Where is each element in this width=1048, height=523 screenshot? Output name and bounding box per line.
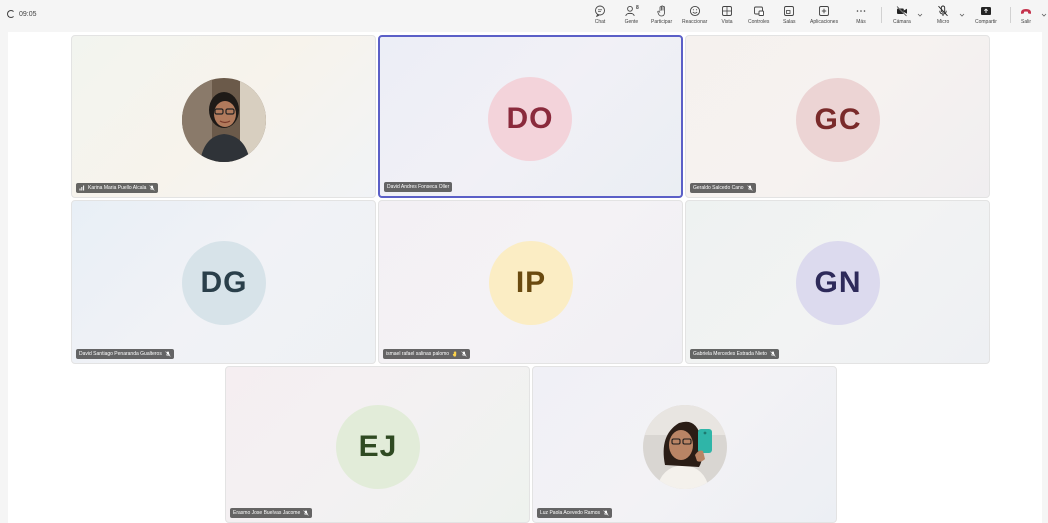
avatar-initials: DO: [506, 102, 554, 135]
apps-button[interactable]: Aplicaciones: [810, 5, 838, 29]
meeting-timer: 09:05: [7, 10, 37, 18]
avatar-initials: EJ: [358, 430, 398, 463]
toolbar-divider: [1010, 7, 1011, 23]
camera-label: Cámara: [893, 19, 911, 25]
participant-tile[interactable]: Karina Maria Puello Alcala: [71, 35, 376, 198]
leave-button[interactable]: Salir: [1020, 5, 1032, 29]
mic-off-icon: [461, 351, 467, 357]
emoji-icon: [689, 5, 700, 17]
mic-off-icon: [603, 510, 609, 516]
participant-name: Gabriela Mercedes Estrada Nieto: [693, 351, 767, 357]
chat-label: Chat: [594, 19, 606, 25]
participant-tile[interactable]: DO David Andres Fonseca Oller: [378, 35, 683, 198]
share-button[interactable]: Compartir: [975, 5, 997, 29]
more-label: Más: [856, 19, 866, 25]
share-label: Compartir: [975, 19, 997, 25]
chat-button[interactable]: Chat: [594, 5, 606, 29]
more-button[interactable]: Más: [855, 5, 867, 29]
participant-name: ismael rafael salinas palomo: [386, 351, 450, 357]
participant-avatar: IP: [489, 241, 573, 325]
share-screen-icon: [980, 7, 991, 15]
raise-hand-button[interactable]: Participar: [651, 5, 672, 29]
participant-avatar: GN: [796, 241, 880, 325]
more-icon: [856, 10, 866, 12]
leave-label: Salir: [1020, 19, 1031, 25]
mic-off-icon: [938, 5, 948, 17]
participant-name-tag: David Santiago Penaranda Gualteros: [76, 349, 174, 359]
view-label: Vista: [721, 19, 733, 25]
avatar-initials: DG: [200, 266, 248, 299]
add-app-icon: [819, 6, 829, 16]
participant-name-tag: Luz Paola Acevedo Ramos: [537, 508, 613, 518]
controls-label: Controles: [748, 19, 770, 25]
participant-name: David Andres Fonseca Oller: [387, 184, 450, 190]
mic-button[interactable]: Micro: [937, 5, 949, 29]
avatar-initials: GN: [814, 266, 862, 299]
signal-bars-icon: [79, 185, 85, 191]
rooms-icon: [784, 6, 795, 16]
participant-name-tag: Karina Maria Puello Alcala: [76, 183, 159, 193]
participant-name-tag: Gabriela Mercedes Estrada Nieto: [690, 349, 779, 359]
participant-tile[interactable]: GC Geraldo Salcedo Cano: [685, 35, 990, 198]
participant-name: Geraldo Salcedo Cano: [693, 185, 744, 191]
profile-picture-icon: [182, 78, 266, 162]
participant-name: Luz Paola Acevedo Ramos: [540, 510, 601, 516]
participant-tile[interactable]: EJ Erasmo Jose Buelvas Jacome: [225, 366, 530, 523]
participant-name-tag: ismael rafael salinas palomo: [383, 349, 471, 359]
avatar-initials: IP: [515, 266, 547, 299]
raise-hand-label: Participar: [651, 19, 673, 25]
apps-label: Aplicaciones: [810, 19, 839, 25]
participant-avatar: DG: [182, 241, 266, 325]
controls-icon: [753, 6, 764, 16]
people-count: 8: [636, 5, 639, 11]
mic-off-icon: [303, 510, 309, 516]
react-button[interactable]: Reaccionar: [682, 5, 707, 29]
people-icon: [625, 5, 635, 17]
mic-off-icon: [149, 185, 155, 191]
view-button[interactable]: Vista: [721, 5, 733, 29]
chat-icon: [595, 5, 605, 17]
mic-off-icon: [746, 185, 753, 191]
mic-off-icon: [165, 351, 171, 357]
participant-name: Erasmo Jose Buelvas Jacome: [233, 510, 301, 516]
profile-picture-icon: [643, 405, 727, 489]
toolbar-divider: [881, 7, 882, 23]
avatar-initials: GC: [814, 103, 862, 136]
participant-photo: [182, 78, 266, 162]
leave-options-chevron-icon[interactable]: [1041, 12, 1047, 18]
raised-hand-icon: [452, 351, 457, 357]
react-label: Reaccionar: [682, 19, 708, 25]
camera-options-chevron-icon[interactable]: [917, 12, 923, 18]
participant-avatar: GC: [796, 78, 880, 162]
meeting-toolbar: 09:05 Chat 8 Gente Participar Reaccionar…: [0, 0, 1048, 32]
participant-tile[interactable]: DG David Santiago Penaranda Gualteros: [71, 200, 376, 364]
participant-tile[interactable]: Luz Paola Acevedo Ramos: [532, 366, 837, 523]
grid-icon: [722, 6, 732, 16]
participant-name: David Santiago Penaranda Gualteros: [79, 351, 162, 357]
participant-name-tag: Geraldo Salcedo Cano: [690, 183, 756, 193]
participant-name-tag: Erasmo Jose Buelvas Jacome: [230, 508, 313, 518]
participant-tile[interactable]: IP ismael rafael salinas palomo: [378, 200, 683, 364]
controls-button[interactable]: Controles: [748, 5, 769, 29]
timer-icon: [7, 10, 15, 18]
mic-label: Micro: [937, 19, 950, 25]
camera-button[interactable]: Cámara: [893, 5, 911, 29]
people-button[interactable]: 8 Gente: [624, 5, 639, 29]
participant-avatar: EJ: [336, 405, 420, 489]
hang-up-icon: [1021, 9, 1031, 14]
mic-options-chevron-icon[interactable]: [959, 12, 965, 18]
hand-icon: [656, 5, 665, 17]
participant-name-tag: David Andres Fonseca Oller: [384, 182, 453, 192]
participant-tile[interactable]: GN Gabriela Mercedes Estrada Nieto: [685, 200, 990, 364]
people-label: Gente: [624, 19, 639, 25]
camera-off-icon: [896, 6, 907, 17]
video-gallery: Karina Maria Puello Alcala DO David Andr…: [8, 32, 1042, 523]
rooms-label: Salas: [783, 19, 796, 25]
rooms-button[interactable]: Salas: [783, 5, 796, 29]
participant-avatar: DO: [488, 77, 572, 161]
timer-text: 09:05: [19, 10, 37, 18]
participant-photo: [643, 405, 727, 489]
participant-name: Karina Maria Puello Alcala: [88, 185, 147, 191]
mic-off-icon: [770, 351, 776, 357]
